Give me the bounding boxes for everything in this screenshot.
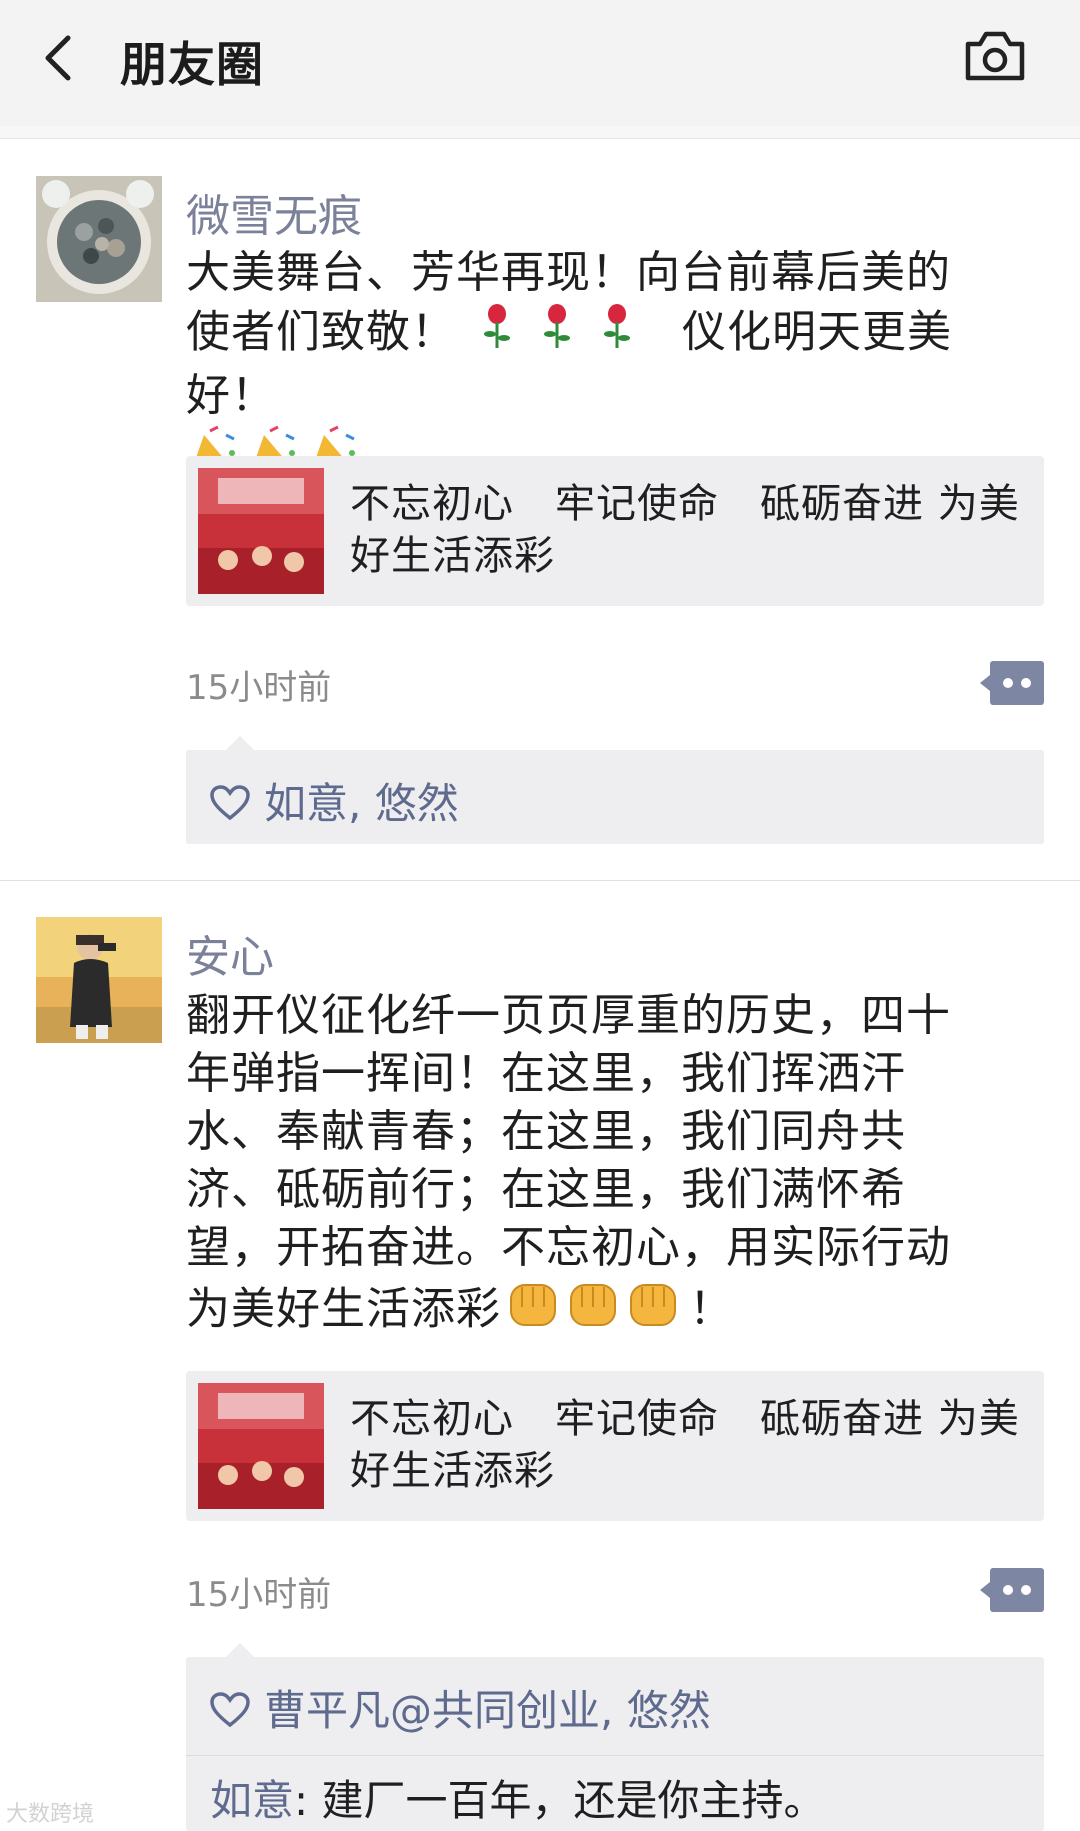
shared-link-card[interactable]: 不忘初心 牢记使命 砥砺奋进 为美好生活添彩 xyxy=(186,456,1044,606)
fist-emoji-group xyxy=(505,1277,685,1346)
link-thumbnail xyxy=(198,1383,324,1509)
more-dots-icon xyxy=(980,1568,1044,1612)
avatar[interactable] xyxy=(36,917,162,1043)
page-title: 朋友圈 xyxy=(120,38,264,93)
post-text-line: 使者们致敬！ 仪化明天更美好！ xyxy=(186,302,1026,425)
post-text: 大美舞台、芳华再现！向台前幕后美的 使者们致敬！ 仪化明天更美好！ xyxy=(186,244,1026,483)
link-title: 不忘初心 牢记使命 砥砺奋进 为美好生活添彩 xyxy=(350,1396,1020,1494)
camera-button[interactable] xyxy=(962,26,1028,86)
camera-icon xyxy=(965,31,1025,81)
header-divider xyxy=(0,126,1080,139)
back-button[interactable] xyxy=(38,28,86,88)
link-title: 不忘初心 牢记使命 砥砺奋进 为美好生活添彩 xyxy=(350,481,1020,579)
post-text-segment: 使者们致敬！ xyxy=(186,306,456,358)
likes-row: 如意, 悠然 xyxy=(210,770,459,831)
link-thumbnail xyxy=(198,468,324,594)
watermark-text: 大数跨境 xyxy=(6,1802,95,1827)
watermark: 大数跨境 xyxy=(6,1796,94,1828)
likes-names[interactable]: 曹平凡@共同创业, 悠然 xyxy=(264,1686,711,1735)
post-text-line: 水、奉献青春；在这里，我们同舟共 xyxy=(186,1106,906,1157)
post-text-line: 年弹指一挥间！在这里，我们挥洒汗 xyxy=(186,1048,906,1099)
comment-author[interactable]: 如意 xyxy=(210,1776,294,1825)
post-text-line: 济、砥砺前行；在这里，我们满怀希 xyxy=(186,1164,906,1215)
heart-icon xyxy=(210,782,250,831)
post-text-line: 翻开仪征化纤一页页厚重的历史，四十 xyxy=(186,990,951,1041)
top-bar: 朋友圈 xyxy=(0,0,1080,127)
likes-box: 如意, 悠然 xyxy=(186,736,1044,844)
post-timestamp: 15小时前 xyxy=(186,1575,332,1615)
heart-icon xyxy=(210,1689,250,1738)
post-author-name[interactable]: 微雪无痕 xyxy=(186,180,362,244)
more-dots-icon xyxy=(980,661,1044,705)
likes-comments-divider xyxy=(186,1755,1044,1756)
post-text-line: 望，开拓奋进。不忘初心，用实际行动 xyxy=(186,1222,951,1273)
post-author-name[interactable]: 安心 xyxy=(186,921,274,985)
comment-button[interactable] xyxy=(980,661,1044,705)
comment-button[interactable] xyxy=(980,1568,1044,1612)
post-text-segment: ！ xyxy=(689,1283,734,1335)
post-text-segment: 为美好生活添彩 xyxy=(186,1283,501,1335)
post-text: 翻开仪征化纤一页页厚重的历史，四十 年弹指一挥间！在这里，我们挥洒汗 水、奉献青… xyxy=(186,987,1026,1346)
moment-post: 微雪无痕 大美舞台、芳华再现！向台前幕后美的 使者们致敬！ 仪化明天更美好！ 不… xyxy=(0,140,1080,880)
post-timestamp: 15小时前 xyxy=(186,668,332,708)
comment-item[interactable]: 如意: 建厂一百年，还是你主持。 xyxy=(210,1767,826,1828)
likes-names[interactable]: 如意, 悠然 xyxy=(264,779,459,828)
likes-row: 曹平凡@共同创业, 悠然 xyxy=(210,1677,711,1738)
shared-link-card[interactable]: 不忘初心 牢记使命 砥砺奋进 为美好生活添彩 xyxy=(186,1371,1044,1521)
chevron-left-icon xyxy=(45,35,71,81)
comment-text: 建厂一百年，还是你主持。 xyxy=(321,1776,826,1825)
avatar[interactable] xyxy=(36,176,162,302)
comment-separator: : xyxy=(294,1776,322,1825)
post-text-line: 大美舞台、芳华再现！向台前幕后美的 xyxy=(186,247,951,298)
moment-post: 安心 翻开仪征化纤一页页厚重的历史，四十 年弹指一挥间！在这里，我们挥洒汗 水、… xyxy=(0,881,1080,1831)
likes-and-comments-box: 曹平凡@共同创业, 悠然 如意: 建厂一百年，还是你主持。 xyxy=(186,1643,1044,1831)
post-text-line: 为美好生活添彩 ！ xyxy=(186,1277,1026,1346)
rose-emoji-group xyxy=(479,302,659,367)
